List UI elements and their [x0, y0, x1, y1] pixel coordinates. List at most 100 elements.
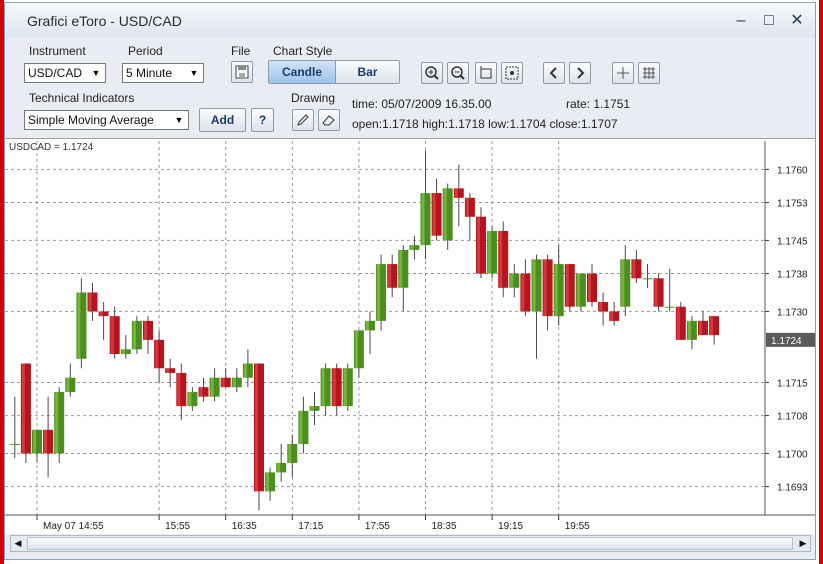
candle-highlight: [110, 316, 114, 355]
candle-highlight: [510, 273, 514, 288]
candle-highlight: [33, 429, 36, 454]
drawing-label: Drawing: [291, 91, 336, 105]
instrument-label: Instrument: [29, 44, 86, 58]
candle-highlight: [499, 230, 503, 288]
y-tick-label: 1.1708: [777, 412, 808, 423]
period-select[interactable]: 5 Minute ▼: [122, 63, 204, 83]
candle-highlight: [599, 301, 603, 312]
close-icon[interactable]: ✕: [787, 11, 807, 31]
candle-highlight: [299, 410, 303, 444]
candle-highlight: [399, 249, 403, 288]
candle-highlight: [565, 264, 569, 307]
candle-highlight: [88, 292, 92, 312]
candle-highlight: [687, 320, 691, 340]
candle-highlight: [432, 193, 436, 236]
y-tick-label: 1.1693: [777, 483, 808, 494]
crosshair-icon[interactable]: [612, 62, 634, 84]
candle-highlight: [99, 311, 103, 317]
scroll-left-icon[interactable]: [543, 62, 565, 84]
bar-button[interactable]: Bar: [335, 61, 399, 83]
candle-highlight: [321, 368, 325, 407]
candle-highlight: [132, 320, 136, 350]
candle-highlight: [454, 188, 458, 198]
indicator-value: Simple Moving Average: [28, 113, 154, 127]
chart-area[interactable]: 1.1760 1.1753 1.1745 1.1738 1.1730 1.1715 1.17…: [5, 138, 815, 534]
instrument-value: USD/CAD: [28, 66, 83, 80]
chevron-down-icon: ▼: [174, 115, 184, 125]
x-tick-label: 17:15: [298, 521, 323, 532]
eraser-icon[interactable]: [318, 109, 340, 131]
ohlc-readout: open:1.1718 high:1.1718 low:1.1704 close…: [352, 117, 618, 131]
chevron-down-icon: ▼: [189, 68, 199, 78]
candle-highlight: [610, 311, 614, 321]
candle-highlight: [332, 368, 336, 407]
candlestick-chart[interactable]: 1.1760 1.1753 1.1745 1.1738 1.1730 1.1715 1.17…: [5, 139, 815, 534]
candle-highlight: [354, 330, 358, 369]
candle-highlight: [699, 320, 702, 336]
instrument-select[interactable]: USD/CAD ▼: [24, 63, 106, 83]
window-title: Grafici eToro - USD/CAD: [27, 13, 182, 29]
candle-highlight: [77, 292, 81, 359]
candle-highlight: [255, 363, 258, 492]
y-tick-label: 1.1715: [777, 378, 808, 389]
grid-icon[interactable]: [638, 62, 660, 84]
candle-highlight: [532, 259, 536, 312]
candle-highlight: [654, 278, 658, 307]
zoom-in-icon[interactable]: [421, 62, 443, 84]
candle-highlight: [710, 316, 714, 336]
candle-highlight: [277, 462, 281, 473]
candle-highlight: [343, 368, 347, 407]
period-value: 5 Minute: [126, 66, 173, 80]
add-indicator-button[interactable]: Add: [199, 108, 246, 132]
crop-icon[interactable]: [475, 62, 497, 84]
scroll-right-icon[interactable]: [569, 62, 591, 84]
candle-highlight: [188, 391, 192, 407]
horizontal-scrollbar[interactable]: ◀ ▶: [10, 535, 811, 552]
candle-highlight: [210, 377, 214, 397]
chart-instrument-label: USDCAD = 1.1724: [9, 142, 94, 153]
candle-highlight: [121, 349, 125, 355]
candle-highlight: [554, 264, 558, 317]
candle-highlight: [643, 278, 647, 280]
candle-highlight: [443, 188, 447, 241]
pencil-icon[interactable]: [292, 109, 314, 131]
candle-highlight: [665, 306, 669, 308]
x-tick-label: May 07 14:55: [43, 521, 104, 532]
scrollbar-thumb[interactable]: [27, 537, 793, 550]
candle-highlight: [166, 368, 170, 373]
candle-highlight: [377, 264, 381, 321]
fit-icon[interactable]: [501, 62, 523, 84]
candle-highlight: [543, 259, 547, 317]
maximize-icon[interactable]: □: [759, 11, 779, 31]
candle-highlight: [177, 372, 181, 407]
candle-highlight: [366, 320, 369, 331]
y-tick-label: 1.1753: [777, 199, 808, 210]
help-button[interactable]: ?: [251, 108, 274, 132]
scroll-left-arrow-icon[interactable]: ◀: [11, 536, 25, 551]
candle-highlight: [44, 429, 48, 454]
chart-style-toggle: Candle Bar: [268, 60, 400, 84]
save-icon[interactable]: [231, 61, 253, 83]
zoom-out-icon[interactable]: [447, 62, 469, 84]
candle-highlight: [588, 273, 591, 302]
candle-highlight: [55, 391, 59, 454]
candle-highlight: [676, 306, 680, 340]
time-readout: time: 05/07/2009 16.35.00: [352, 97, 492, 111]
title-bar[interactable]: Grafici eToro - USD/CAD – □ ✕: [5, 3, 815, 37]
indicator-select[interactable]: Simple Moving Average ▼: [24, 110, 189, 130]
candle-highlight: [477, 216, 480, 274]
x-tick-label: 19:55: [565, 521, 590, 532]
candle-button[interactable]: Candle: [269, 61, 335, 83]
x-tick-label: 17:55: [365, 521, 390, 532]
minimize-icon[interactable]: –: [731, 11, 751, 31]
current-price-label: 1.1724: [771, 336, 802, 347]
y-tick-label: 1.1738: [777, 270, 808, 281]
scroll-right-arrow-icon[interactable]: ▶: [796, 536, 810, 551]
chart-style-label: Chart Style: [273, 44, 333, 58]
indicators-label: Technical Indicators: [29, 91, 135, 105]
rate-readout: rate: 1.1751: [566, 97, 631, 111]
candle-highlight: [421, 193, 425, 246]
x-tick-label: 16:35: [232, 521, 257, 532]
candle-highlight: [144, 320, 147, 340]
right-red-border: [819, 0, 823, 564]
